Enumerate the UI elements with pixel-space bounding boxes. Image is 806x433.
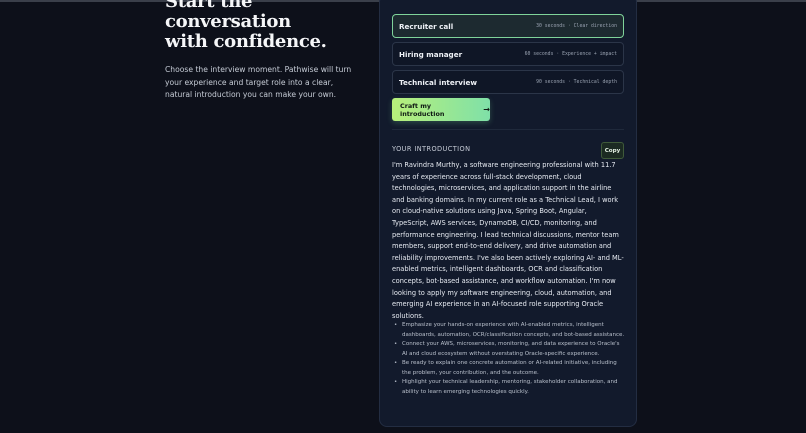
tip-item: • Connect your AWS, microservices, monito… <box>394 340 626 359</box>
moment-option-hiring-manager[interactable]: Hiring manager 60 seconds · Experience +… <box>392 42 624 66</box>
tip-text: Emphasize your hands-on experience with … <box>402 322 625 338</box>
arrow-right-icon: → <box>483 105 490 114</box>
moment-option-recruiter-call[interactable]: Recruiter call 30 seconds · Clear direct… <box>392 14 624 38</box>
tip-text: Connect your AWS, microservices, monitor… <box>402 341 620 357</box>
tip-item: • Emphasize your hands-on experience with… <box>394 321 626 340</box>
moment-meta: 90 seconds · Technical depth <box>536 79 617 85</box>
tip-item: • Highlight your technical leadership, me… <box>394 378 626 397</box>
bullet-icon: • <box>394 379 398 385</box>
moment-name: Recruiter call <box>399 21 454 31</box>
hero-description: Choose the interview moment. Pathwise wi… <box>165 65 352 99</box>
craft-button-label: Craft my introduction <box>400 101 445 118</box>
tip-text: Highlight your technical leadership, men… <box>402 379 618 395</box>
section-label: YOUR INTRODUCTION <box>392 145 471 153</box>
tip-text: Be ready to explain one concrete automat… <box>402 360 617 376</box>
introduction-panel: Recruiter call 30 seconds · Clear direct… <box>379 0 637 427</box>
copy-button[interactable]: Copy <box>601 142 624 159</box>
divider <box>392 129 624 130</box>
moment-option-technical-interview[interactable]: Technical interview 90 seconds · Technic… <box>392 70 624 94</box>
craft-introduction-button[interactable]: Craft my introduction → <box>392 98 490 121</box>
hero-title-line-3: with confidence. <box>165 31 327 52</box>
tip-item: • Be ready to explain one concrete automa… <box>394 359 626 378</box>
bullet-icon: • <box>394 322 398 328</box>
hero-title-line-2: conversation <box>165 11 291 32</box>
hero-title: Start the conversation with confidence. <box>165 0 365 52</box>
hero-section: Start the conversation with confidence. … <box>165 0 365 102</box>
moment-name: Hiring manager <box>399 49 463 59</box>
introduction-text: I'm Ravindra Murthy, a software engineer… <box>392 161 624 320</box>
moment-meta: 60 seconds · Experience + impact <box>524 51 617 57</box>
moment-meta: 30 seconds · Clear direction <box>536 23 617 29</box>
bullet-icon: • <box>394 360 398 366</box>
moment-name: Technical interview <box>399 77 477 87</box>
tips-list: • Emphasize your hands-on experience with… <box>394 321 626 397</box>
bullet-icon: • <box>394 341 398 347</box>
